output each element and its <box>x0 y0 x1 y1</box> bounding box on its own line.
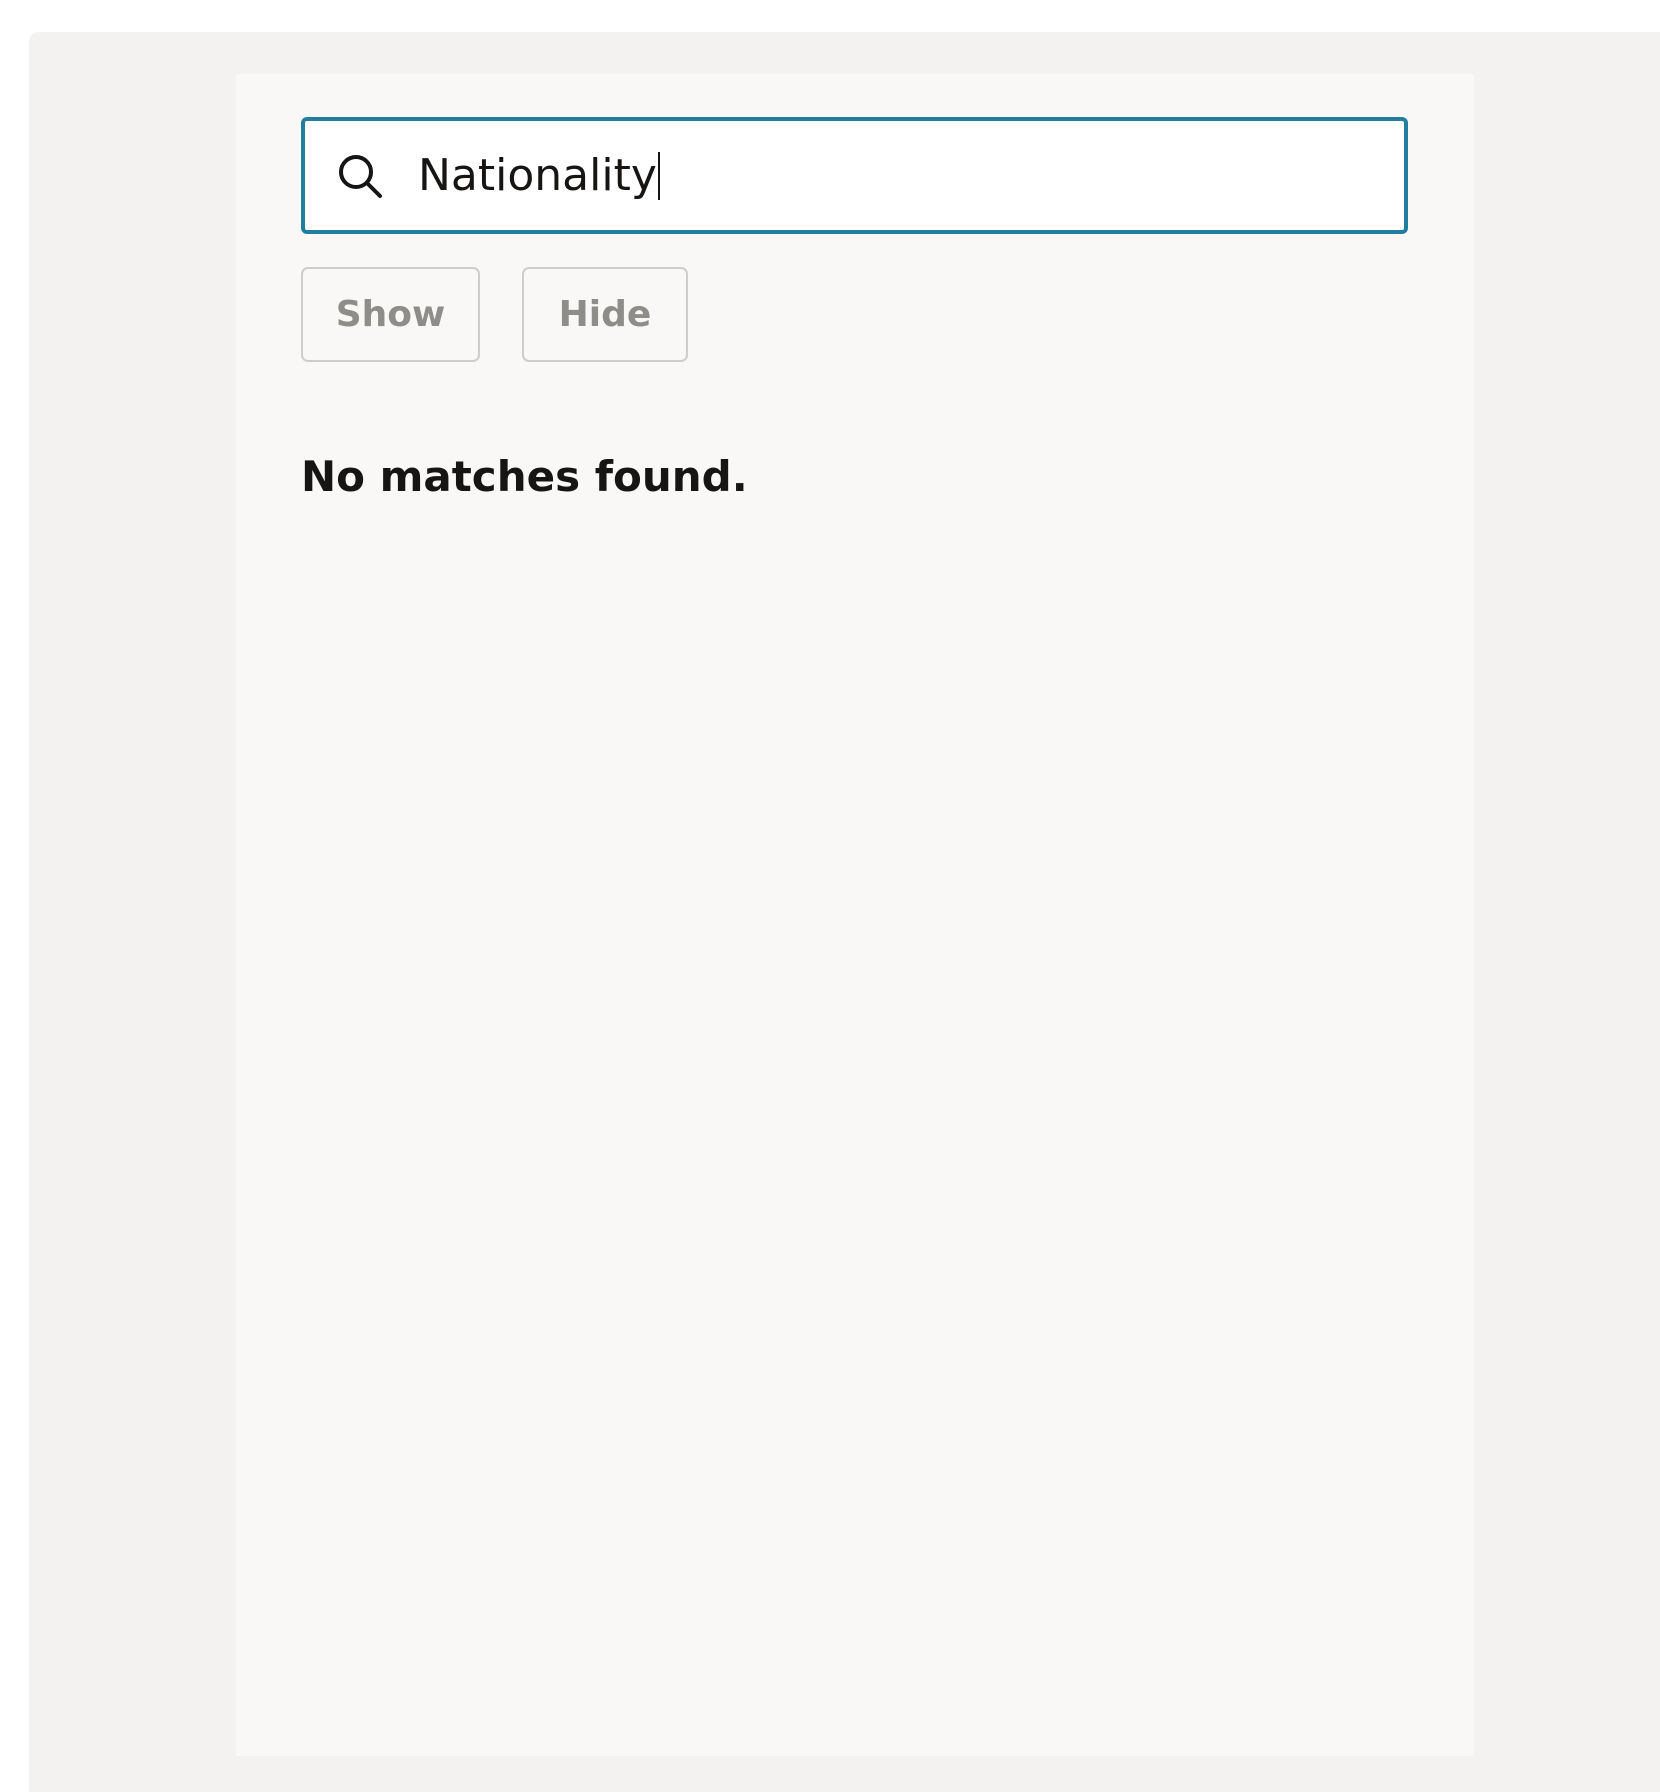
search-icon <box>335 151 385 201</box>
show-button[interactable]: Show <box>301 267 480 362</box>
search-input-value[interactable]: Nationality <box>418 121 660 230</box>
hide-button[interactable]: Hide <box>522 267 688 362</box>
no-matches-message: No matches found. <box>301 452 748 501</box>
text-caret <box>657 152 660 200</box>
search-input[interactable]: Nationality <box>301 117 1408 234</box>
search-query-text: Nationality <box>418 150 657 201</box>
